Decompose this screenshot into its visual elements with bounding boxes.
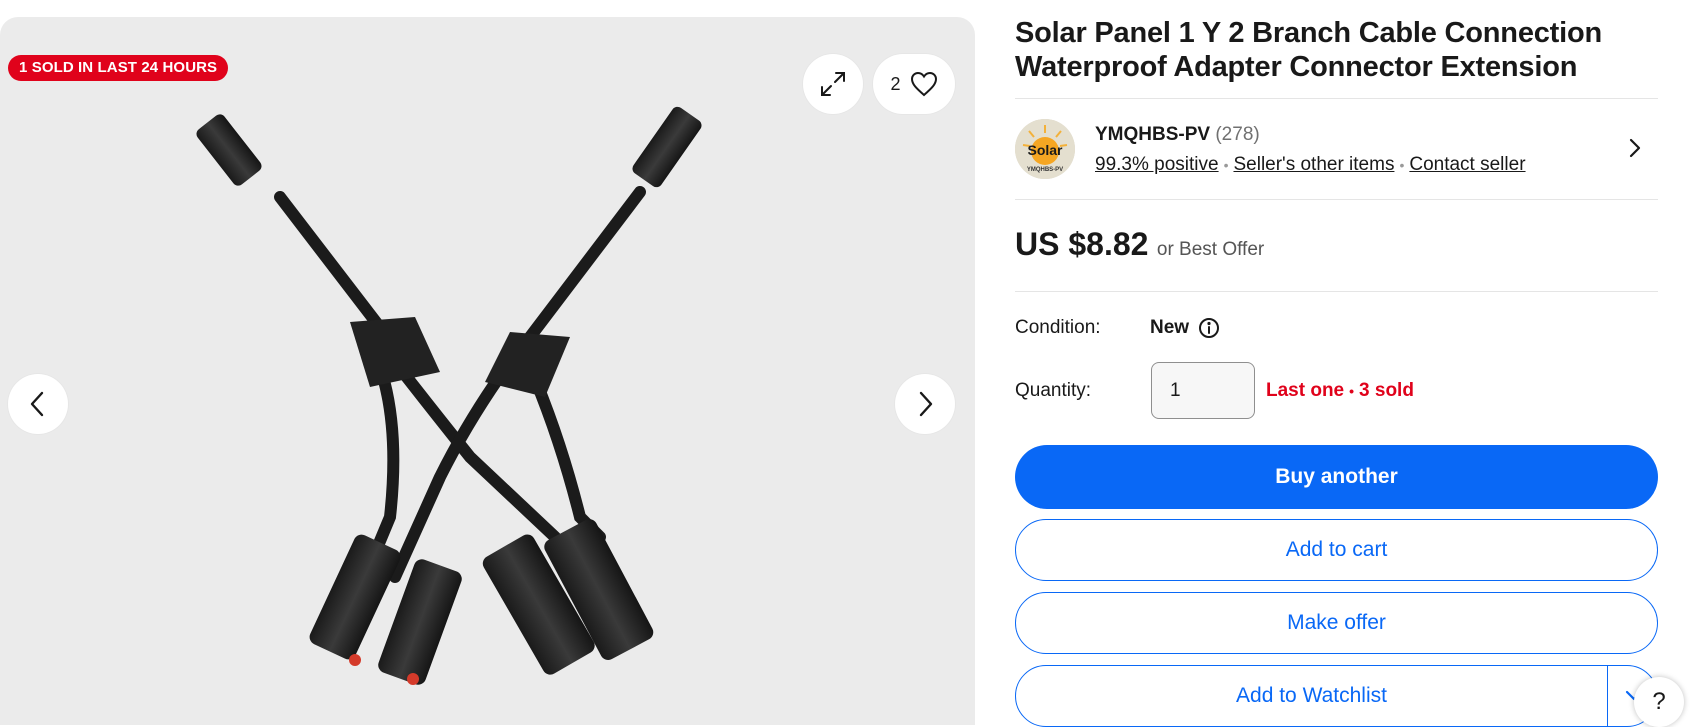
watch-heart-button[interactable]: 2 bbox=[873, 54, 955, 114]
chevron-right-icon bbox=[919, 391, 933, 417]
seller-feedback-count: (278) bbox=[1215, 124, 1260, 145]
divider bbox=[1015, 291, 1658, 292]
sold-badge: 1 SOLD IN LAST 24 HOURS bbox=[8, 55, 229, 81]
seller-logo: Solar YMQHBS-PV bbox=[1015, 119, 1075, 179]
best-offer-text: or Best Offer bbox=[1156, 239, 1265, 260]
chevron-left-icon bbox=[30, 391, 44, 417]
image-gallery[interactable]: 1 SOLD IN LAST 24 HOURS 2 bbox=[0, 17, 975, 725]
seller-feedback-link[interactable]: 99.3% positive bbox=[1095, 154, 1219, 175]
last-one-text: Last one bbox=[1266, 380, 1345, 401]
contact-seller-link[interactable]: Contact seller bbox=[1409, 154, 1525, 175]
seller-card[interactable]: Solar YMQHBS-PV YMQHBS-PV (278) 99.3% po… bbox=[1015, 118, 1658, 180]
previous-image-button[interactable] bbox=[8, 374, 68, 434]
svg-text:YMQHBS-PV: YMQHBS-PV bbox=[1027, 167, 1063, 173]
item-price: US $8.82 bbox=[1015, 226, 1149, 262]
seller-name[interactable]: YMQHBS-PV (278) bbox=[1095, 124, 1260, 146]
quantity-label: Quantity: bbox=[1015, 380, 1092, 401]
heart-icon bbox=[910, 71, 937, 97]
condition-text: New bbox=[1150, 317, 1190, 338]
condition-value: New bbox=[1150, 317, 1220, 339]
add-to-watchlist-button[interactable]: Add to Watchlist bbox=[1016, 666, 1608, 726]
add-to-cart-button[interactable]: Add to cart bbox=[1015, 519, 1658, 581]
buy-another-button[interactable]: Buy another bbox=[1015, 445, 1658, 509]
expand-icon bbox=[821, 72, 845, 96]
separator-dot: • bbox=[1349, 383, 1355, 399]
svg-text:Solar: Solar bbox=[1027, 142, 1063, 158]
divider bbox=[1015, 98, 1658, 99]
quantity-status: Last one • 3 sold bbox=[1266, 380, 1414, 402]
separator-dot: • bbox=[1399, 157, 1405, 173]
price-block: US $8.82 or Best Offer bbox=[1015, 226, 1264, 263]
chevron-right-icon[interactable] bbox=[1622, 136, 1646, 160]
item-title: Solar Panel 1 Y 2 Branch Cable Connectio… bbox=[1015, 17, 1603, 83]
seller-avatar[interactable]: Solar YMQHBS-PV bbox=[1015, 119, 1075, 179]
condition-label: Condition: bbox=[1015, 317, 1101, 338]
product-image[interactable] bbox=[0, 17, 975, 725]
make-offer-button[interactable]: Make offer bbox=[1015, 592, 1658, 654]
watchlist-split-button: Add to Watchlist bbox=[1015, 665, 1658, 727]
seller-username[interactable]: YMQHBS-PV bbox=[1095, 124, 1210, 145]
info-icon[interactable] bbox=[1198, 317, 1220, 339]
seller-other-items-link[interactable]: Seller's other items bbox=[1233, 154, 1394, 175]
divider bbox=[1015, 199, 1658, 200]
next-image-button[interactable] bbox=[895, 374, 955, 434]
quantity-input[interactable] bbox=[1151, 362, 1255, 419]
help-button[interactable]: ? bbox=[1634, 677, 1684, 727]
seller-links: 99.3% positive • Seller's other items • Cont… bbox=[1095, 154, 1526, 176]
sold-count-text: 3 sold bbox=[1359, 380, 1414, 401]
like-count: 2 bbox=[890, 73, 901, 94]
expand-button[interactable] bbox=[803, 54, 863, 114]
separator-dot: • bbox=[1223, 157, 1229, 173]
